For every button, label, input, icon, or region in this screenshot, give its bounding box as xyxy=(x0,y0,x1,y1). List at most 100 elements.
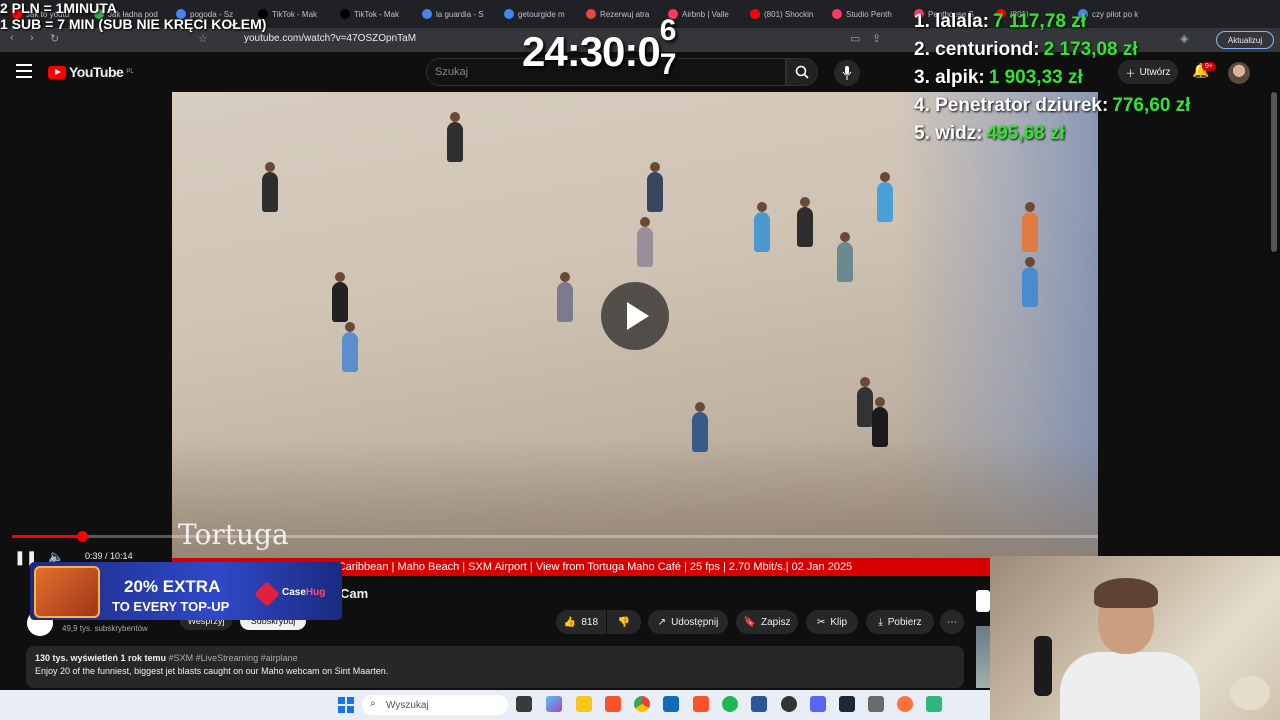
utility-icon[interactable] xyxy=(926,696,942,712)
steam-icon[interactable] xyxy=(839,696,855,712)
streamer-webcam xyxy=(990,556,1280,720)
browser-tab[interactable]: TikTok - Mak xyxy=(334,4,412,24)
progress-bar-fill xyxy=(12,535,82,538)
play-button-icon[interactable] xyxy=(601,282,669,350)
microphone-icon xyxy=(842,66,852,80)
beach-person xyxy=(877,172,893,222)
treasure-chest-icon xyxy=(34,566,100,618)
tab-label: Rezerwuj atra xyxy=(600,9,650,19)
tab-label: (801) Shockin xyxy=(764,9,814,19)
beach-person xyxy=(837,232,853,282)
subscriber-count: 49,9 tys. subskrybentów xyxy=(62,624,148,633)
tab-favicon-icon xyxy=(832,9,842,19)
tab-label: TikTok - Mak xyxy=(272,9,318,19)
beach-person xyxy=(637,217,653,267)
beach-person xyxy=(872,397,888,447)
file-explorer-icon[interactable] xyxy=(576,696,592,712)
spotify-icon[interactable] xyxy=(722,696,738,712)
search-icon xyxy=(795,65,809,79)
views-and-date: 130 tys. wyświetleń 1 rok temu xyxy=(35,653,167,663)
beach-person xyxy=(447,112,463,162)
app-icon[interactable] xyxy=(868,696,884,712)
beach-person xyxy=(797,197,813,247)
task-view-icon[interactable] xyxy=(516,696,532,712)
address-url[interactable]: youtube.com/watch?v=47OSZOpnTaM xyxy=(244,33,416,44)
region-code: PL xyxy=(126,69,134,75)
page-scrollbar[interactable] xyxy=(1271,92,1277,252)
beach-person xyxy=(857,377,873,427)
tab-favicon-icon xyxy=(340,9,350,19)
hashtags[interactable]: #SXM #LiveStreaming #airplane xyxy=(169,653,298,663)
share-label: Udostępnij xyxy=(671,616,719,628)
update-button[interactable]: Aktualizuj xyxy=(1216,31,1274,49)
browser-tab[interactable]: getourgide m xyxy=(498,4,576,24)
youtube-logo-text: YouTube xyxy=(69,64,124,80)
share-icon: ↗ xyxy=(657,616,667,628)
windows-start-icon[interactable] xyxy=(338,697,354,713)
tab-label: TikTok - Mak xyxy=(354,9,400,19)
thumbs-down-icon: 👎 xyxy=(617,616,631,628)
forward-icon[interactable]: › xyxy=(30,32,34,44)
tab-label: Airbnb | Valle xyxy=(682,9,729,19)
progress-bar[interactable] xyxy=(12,535,1098,538)
leaderboard-row: 3. alpik: 1 903,33 zł xyxy=(914,67,1083,88)
chrome-icon[interactable] xyxy=(634,696,650,712)
browser-tab[interactable]: la guardia - S xyxy=(416,4,494,24)
notepad-icon[interactable] xyxy=(751,696,767,712)
reload-icon[interactable]: ↻ xyxy=(50,32,59,45)
download-button[interactable]: ⤓ Pobierz xyxy=(866,610,934,634)
timer-main: 24:30:0 xyxy=(522,28,661,75)
sidebar-chip[interactable] xyxy=(976,590,990,612)
beach-person xyxy=(557,272,573,322)
obs-icon[interactable] xyxy=(781,696,797,712)
voice-search-button[interactable] xyxy=(834,60,860,86)
hamburger-menu-icon[interactable] xyxy=(16,64,32,78)
ad-brand-b: Hug xyxy=(305,587,326,598)
account-avatar[interactable] xyxy=(1228,62,1250,84)
leaderboard-row: 5. widz: 495,68 zł xyxy=(914,123,1065,144)
brave-active-icon[interactable] xyxy=(693,696,709,712)
brave-icon[interactable] xyxy=(605,696,621,712)
leaderboard-row: 1. lalala: 7 117,78 zł xyxy=(914,11,1086,32)
youtube-logo[interactable]: YouTube PL xyxy=(48,64,134,80)
progress-scrubber[interactable] xyxy=(76,531,88,542)
like-count: 818 xyxy=(581,616,599,628)
copilot-icon[interactable] xyxy=(546,696,562,712)
share-page-icon[interactable]: ⇪ xyxy=(872,32,881,45)
donor-leaderboard: 1. lalala: 7 117,78 zł 2. centuriond: 2 17… xyxy=(914,8,1190,148)
share-button[interactable]: ↗ Udostępnij xyxy=(648,610,728,634)
clip-button[interactable]: ✂ Klip xyxy=(806,610,858,634)
tab-favicon-icon xyxy=(504,9,514,19)
beach-person xyxy=(754,202,770,252)
browser-tab[interactable]: Rezerwuj atra xyxy=(580,4,658,24)
store-icon[interactable] xyxy=(663,696,679,712)
browser-tab[interactable]: Studio Penth xyxy=(826,4,904,24)
subathon-timer: 24:30:0 6 7 xyxy=(522,14,686,81)
notification-count-badge: 9+ xyxy=(1202,62,1216,71)
like-button[interactable]: 👍 818 xyxy=(556,610,606,634)
video-title: Cam xyxy=(340,586,369,601)
microphone xyxy=(1034,636,1052,696)
taskbar-search-input[interactable]: Wyszukaj xyxy=(362,695,508,715)
dislike-button[interactable]: 👎 xyxy=(607,610,641,634)
more-actions-button[interactable]: ⋯ xyxy=(940,610,964,634)
browser-tab[interactable]: (801) Shockin xyxy=(744,4,822,24)
discord-icon[interactable] xyxy=(810,696,826,712)
sand-foreground xyxy=(172,438,1098,558)
search-button[interactable] xyxy=(786,58,818,86)
tab-favicon-icon xyxy=(750,9,760,19)
bookmark-icon[interactable]: ☆ xyxy=(198,32,208,45)
youtube-play-logo-icon xyxy=(48,65,66,79)
recommended-thumbnail[interactable] xyxy=(976,626,990,688)
tab-favicon-icon xyxy=(422,9,432,19)
cast-icon[interactable]: ▭ xyxy=(850,32,860,45)
tab-label: la guardia - S xyxy=(436,9,484,19)
firefox-icon[interactable] xyxy=(897,696,913,712)
taskbar-search-icon: ⌕ xyxy=(370,698,376,709)
download-icon: ⤓ xyxy=(878,616,883,628)
rate-line-1: 2 PLN = 1MINUTA xyxy=(0,0,117,16)
back-icon[interactable]: ‹ xyxy=(10,32,14,44)
timer-digit-rolling-up: 6 xyxy=(659,14,677,47)
beach-person xyxy=(332,272,348,322)
save-button[interactable]: 🔖 Zapisz xyxy=(736,610,798,634)
